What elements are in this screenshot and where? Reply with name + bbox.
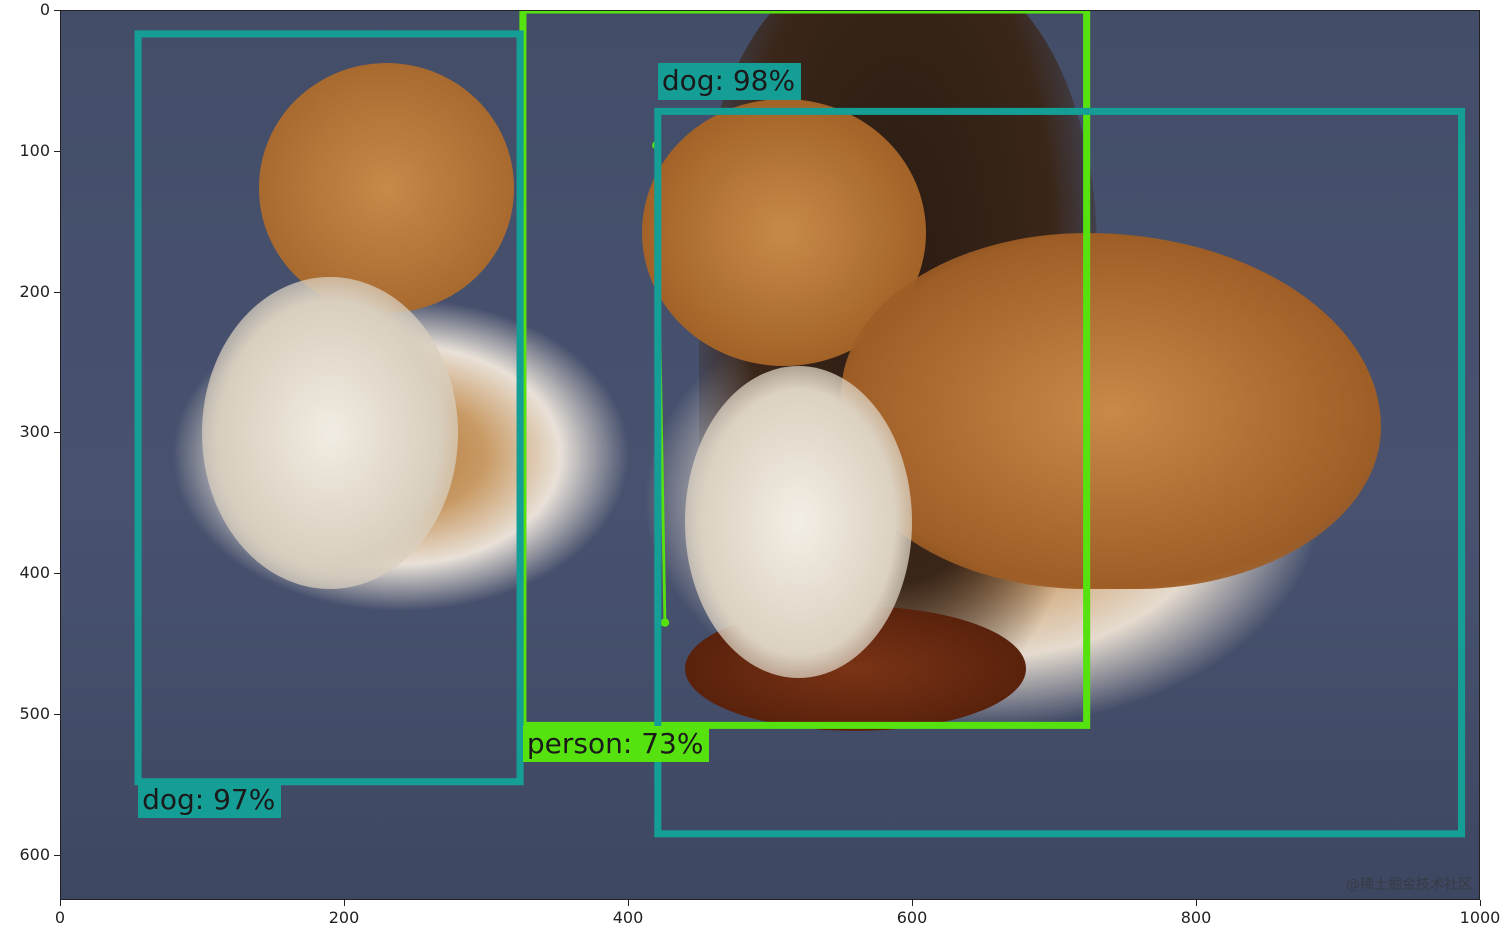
y-tick-label: 300 [19, 424, 50, 440]
y-tick-mark [54, 573, 60, 574]
bbox-person [523, 10, 1087, 725]
y-tick-mark [54, 714, 60, 715]
axes-area: dog: 97% dog: 98% person: 73% 0 200 400 … [60, 10, 1480, 900]
bbox-dog-1 [138, 34, 520, 782]
y-tick-mark [54, 432, 60, 433]
y-tick-label: 400 [19, 565, 50, 581]
x-tick-mark [1196, 900, 1197, 906]
x-tick-label: 600 [897, 910, 928, 926]
bbox-label-dog-2: dog: 98% [658, 63, 801, 99]
x-tick-label: 800 [1181, 910, 1212, 926]
y-tick-label: 600 [19, 847, 50, 863]
y-tick-label: 100 [19, 143, 50, 159]
y-tick-mark [54, 10, 60, 11]
x-tick-mark [344, 900, 345, 906]
y-tick-mark [54, 151, 60, 152]
x-tick-label: 400 [613, 910, 644, 926]
x-tick-mark [60, 900, 61, 906]
overlay-polyline-pt [661, 618, 670, 626]
bbox-label-person: person: 73% [523, 726, 710, 762]
x-tick-mark [912, 900, 913, 906]
y-tick-mark [54, 855, 60, 856]
y-tick-mark [54, 292, 60, 293]
y-tick-label: 200 [19, 284, 50, 300]
overlay-svg [60, 10, 1480, 900]
y-tick-label: 0 [40, 2, 50, 18]
x-tick-mark [628, 900, 629, 906]
x-tick-label: 1000 [1460, 910, 1501, 926]
x-tick-label: 0 [55, 910, 65, 926]
x-tick-mark [1480, 900, 1481, 906]
y-tick-label: 500 [19, 706, 50, 722]
x-tick-label: 200 [329, 910, 360, 926]
bbox-label-dog-1: dog: 97% [138, 782, 281, 818]
figure: dog: 97% dog: 98% person: 73% 0 200 400 … [0, 0, 1512, 949]
